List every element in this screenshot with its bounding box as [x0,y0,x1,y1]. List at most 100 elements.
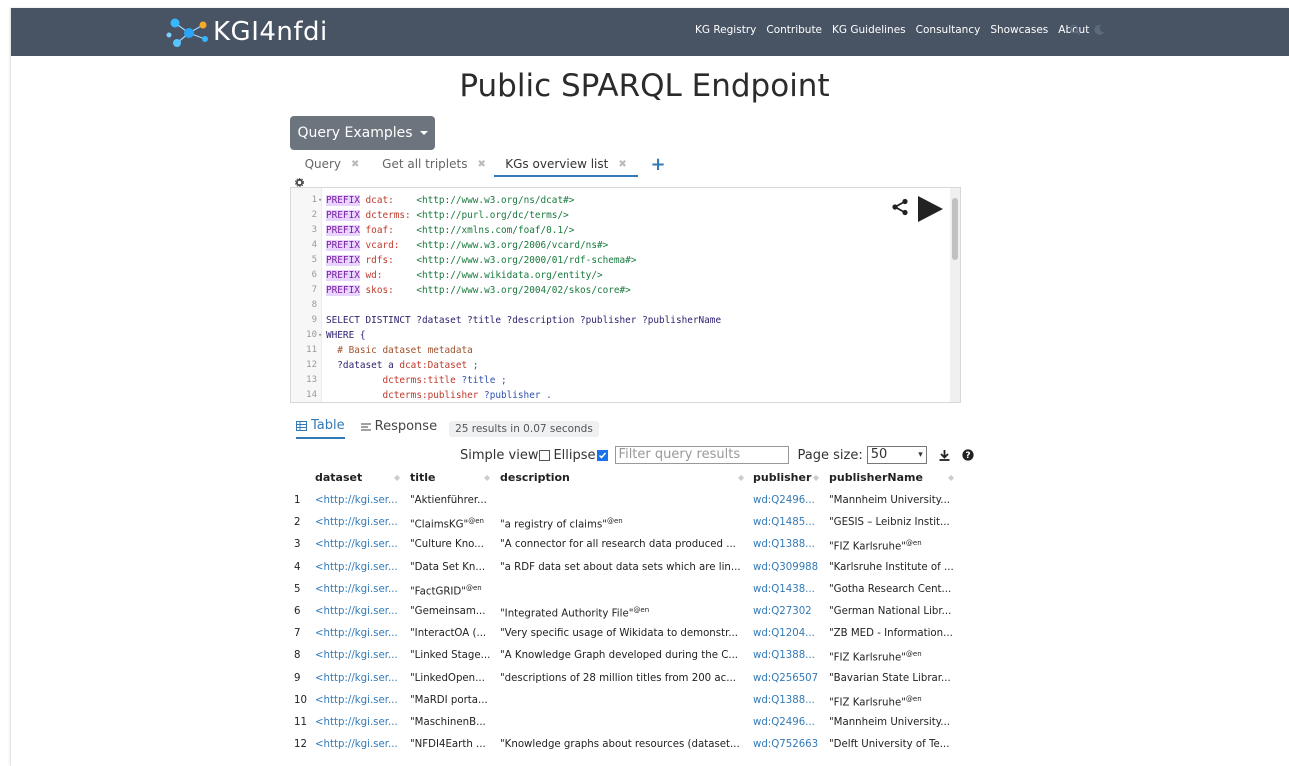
col-header-publisher-name[interactable]: publisherName [829,471,923,484]
tab-query[interactable]: Query ✖ [290,153,374,175]
table-cell-dataset[interactable]: <http://kgi.ser... [315,517,405,528]
nav-link-contribute[interactable]: Contribute [766,24,822,36]
sort-icon[interactable]: ◆ [738,473,744,482]
table-row[interactable]: 1 <http://kgi.ser... "Aktienführer... wd:Q2… [0,490,1289,512]
table-cell-dataset[interactable]: <http://kgi.ser... [315,584,405,595]
table-cell-publisher[interactable]: wd:Q256507 [753,673,825,684]
table-cell-publisher[interactable]: wd:Q1388... [753,695,825,706]
table-cell-name: "FIZ Karlsruhe"@en [829,539,959,552]
svg-text:?: ? [965,451,970,461]
cell-text: "LinkedOpen... [410,672,485,684]
sparql-editor[interactable]: 1 ▾ PREFIX dcat: <http://www.w3.org/ns/dca… [290,187,961,403]
sort-icon[interactable]: ◆ [948,473,954,482]
table-cell-publisher[interactable]: wd:Q1388... [753,650,825,661]
close-icon[interactable]: ✖ [618,159,626,170]
line-number: 10 [306,330,317,340]
col-header-publisher[interactable]: publisher [753,471,811,484]
simple-view-checkbox[interactable] [539,449,551,461]
col-header-dataset[interactable]: dataset [315,471,362,484]
sort-icon[interactable]: ◆ [813,473,819,482]
table-cell-dataset[interactable]: <http://kgi.ser... [315,562,405,573]
share-icon[interactable] [891,198,909,216]
table-cell-dataset[interactable]: <http://kgi.ser... [315,606,405,617]
run-query-icon[interactable] [916,195,944,223]
code-token: dcat:Dataset [399,360,468,371]
table-row[interactable]: 8 <http://kgi.ser... "Linked Stage... "A Kn… [0,645,1289,667]
sort-icon[interactable]: ◆ [484,473,490,482]
scrollbar-thumb[interactable] [952,198,958,260]
table-cell-publisher[interactable]: wd:Q1485... [753,517,825,528]
table-row[interactable]: 10 <http://kgi.ser... "MaRDI porta... wd:Q1… [0,690,1289,712]
table-cell-publisher[interactable]: wd:Q27302 [753,606,825,617]
table-cell-publisher[interactable]: wd:Q1204... [753,628,825,639]
filter-results-input[interactable]: Filter query results [614,446,789,464]
sort-icon[interactable]: ◆ [394,473,400,482]
cell-text: <http://kgi.ser... [315,539,398,551]
close-icon[interactable]: ✖ [477,159,485,170]
line-number: 11 [306,345,317,355]
table-row[interactable]: 7 <http://kgi.ser... "InteractOA (... "Very… [0,623,1289,645]
cell-text: <http://kgi.ser... [315,628,398,640]
nav-link-consultancy[interactable]: Consultancy [916,24,981,36]
tab-kgs-overview-list[interactable]: KGs overview list ✖ [494,153,638,177]
close-icon[interactable]: ✖ [351,159,359,170]
table-row[interactable]: 11 <http://kgi.ser... "MaschinenB... wd:Q24… [0,712,1289,734]
search-icon[interactable] [1069,24,1081,36]
add-tab-button[interactable]: + [638,153,678,175]
table-row[interactable]: 3 <http://kgi.ser... "Culture Kno... "A con… [0,534,1289,556]
tab-get-all-triplets[interactable]: Get all triplets ✖ [374,153,494,175]
table-cell-publisher[interactable]: wd:Q1388... [753,539,825,550]
gear-icon[interactable] [295,178,304,187]
code-text: PREFIX wd: <http://www.wikidata.org/enti… [326,268,603,283]
moon-icon[interactable] [1093,24,1105,36]
query-examples-button[interactable]: Query Examples [290,116,435,150]
table-row[interactable]: 9 <http://kgi.ser... "LinkedOpen... "descri… [0,668,1289,690]
cell-text: "A Knowledge Graph developed during the … [500,650,739,662]
table-cell-dataset[interactable]: <http://kgi.ser... [315,495,405,506]
tab-table[interactable]: Table [296,418,345,439]
table-cell-publisher[interactable]: wd:Q1438... [753,584,825,595]
table-row[interactable]: 4 <http://kgi.ser... "Data Set Kn... "a RDF… [0,557,1289,579]
col-header-description[interactable]: description [500,471,570,484]
table-cell-title: "NFDI4Earth ... [410,739,496,750]
cell-text: 9 [294,672,301,684]
editor-scrollbar[interactable] [950,188,960,402]
table-cell-dataset[interactable]: <http://kgi.ser... [315,628,405,639]
table-cell-dataset[interactable]: <http://kgi.ser... [315,673,405,684]
help-icon[interactable]: ? [962,449,974,461]
fold-icon[interactable]: ▾ [318,328,322,343]
cell-text: "a registry of claims" [500,519,607,531]
fold-icon[interactable]: ▾ [318,193,322,208]
table-cell-dataset[interactable]: <http://kgi.ser... [315,739,405,750]
table-row[interactable]: 5 <http://kgi.ser... "FactGRID"@en wd:Q1438… [0,579,1289,601]
table-row[interactable]: 2 <http://kgi.ser... "ClaimsKG"@en "a regis… [0,512,1289,534]
cell-text: wd:Q27302 [753,606,812,617]
page-size-select[interactable]: 50 ▾ [866,446,927,464]
table-row[interactable]: 6 <http://kgi.ser... "Gemeinsam... "Integra… [0,601,1289,623]
table-cell-dataset[interactable]: <http://kgi.ser... [315,650,405,661]
table-row[interactable]: 12 <http://kgi.ser... "NFDI4Earth ... "Know… [0,734,1289,756]
table-cell-publisher[interactable]: wd:Q2496... [753,495,825,506]
table-cell-dataset[interactable]: <http://kgi.ser... [315,717,405,728]
line-number: 7 [311,285,317,295]
line-number: 9 [311,315,317,325]
tab-response[interactable]: Response [360,419,437,438]
nav-link-kg-registry[interactable]: KG Registry [695,24,756,36]
col-header-title[interactable]: title [410,471,436,484]
code-token: # Basic dataset metadata [326,345,473,356]
cell-text: wd:Q2496... [753,495,815,506]
table-cell-dataset[interactable]: <http://kgi.ser... [315,539,405,550]
nav-link-kg-guidelines[interactable]: KG Guidelines [832,24,906,36]
cell-text: "Karlsruhe Institute of ... [829,561,954,573]
language-tag: @en [465,583,482,592]
download-icon[interactable] [939,449,950,461]
table-cell-description: "Knowledge graphs about resources (datas… [500,739,748,750]
table-cell-publisher[interactable]: wd:Q2496... [753,717,825,728]
table-cell-publisher[interactable]: wd:Q309988 [753,562,825,573]
nav-link-showcases[interactable]: Showcases [990,24,1048,36]
table-cell-publisher[interactable]: wd:Q752663 [753,739,825,750]
site-logo[interactable]: KGI4nfdi [165,14,328,50]
table-cell-dataset[interactable]: <http://kgi.ser... [315,695,405,706]
ellipse-checkbox[interactable] [596,449,608,461]
table-cell-title: "Linked Stage... [410,650,496,661]
